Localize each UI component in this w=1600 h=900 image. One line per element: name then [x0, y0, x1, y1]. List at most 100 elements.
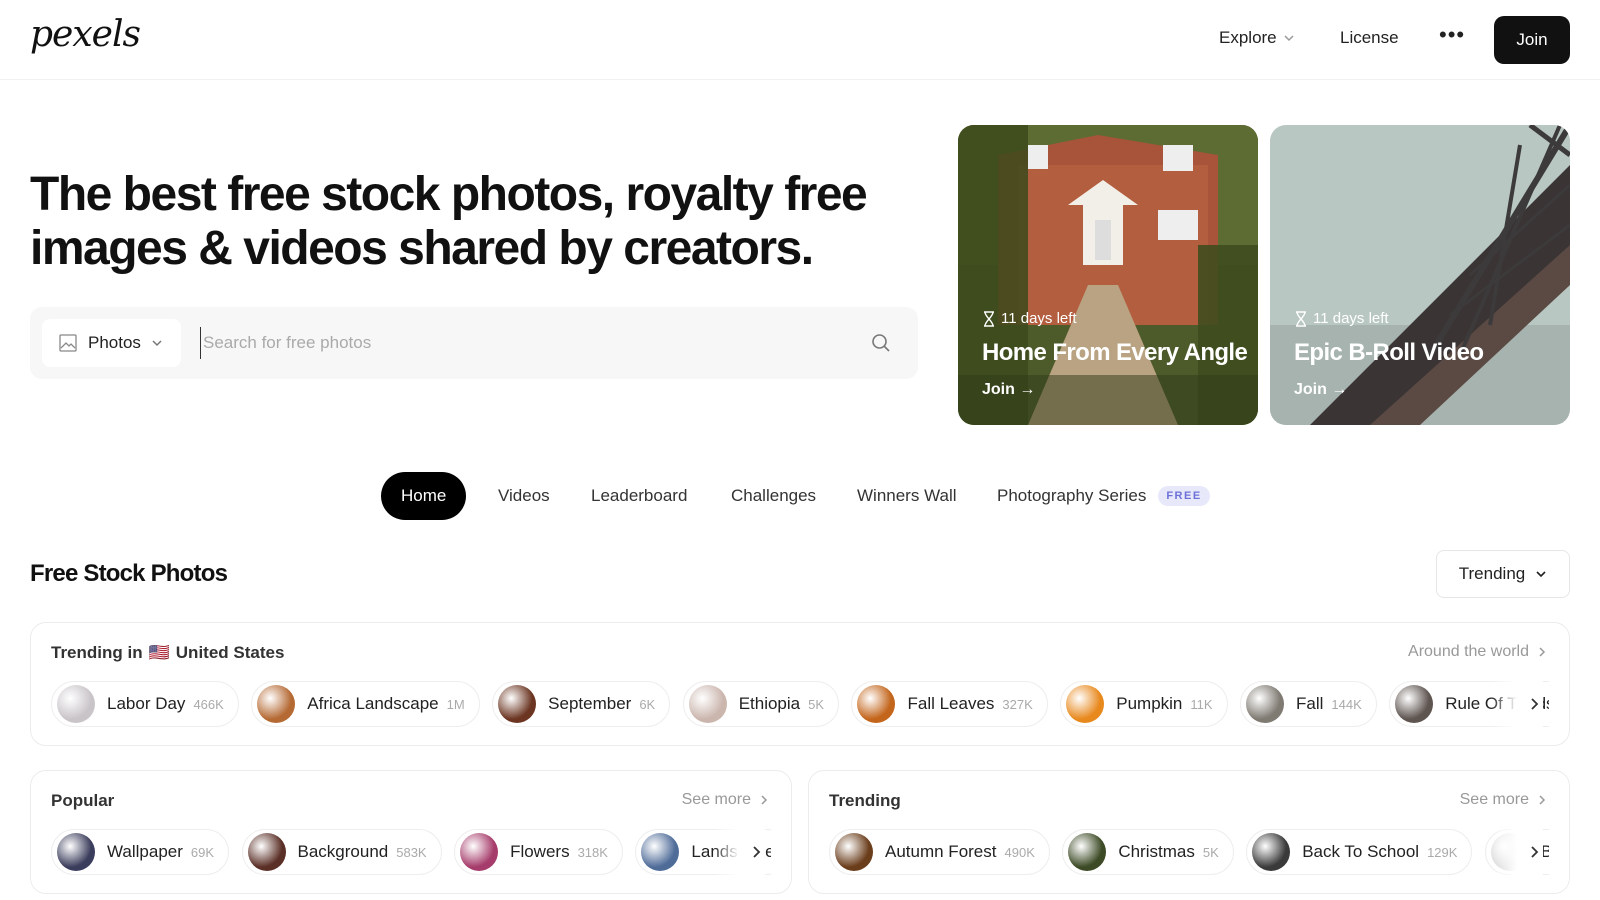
chip-count: 583K [396, 844, 427, 860]
chip-count: 69K [190, 844, 215, 860]
chip-list: Wallpaper 69K Background 583K Flowers 318K … [51, 829, 771, 877]
chevron-right-icon [1531, 846, 1539, 858]
tab-winners-wall[interactable]: Winners Wall [857, 472, 957, 520]
content-tabs: Home Videos Leaderboard Challenges Winne… [0, 472, 1600, 520]
challenge-join-link[interactable]: Join → [1294, 381, 1483, 399]
search-chip[interactable]: Ethiopia 5K [682, 681, 840, 727]
card-title: Trending [829, 791, 901, 810]
scroll-right-button[interactable] [713, 829, 765, 875]
search-chip[interactable]: Pumpkin 11K [1060, 681, 1228, 727]
scroll-right-button[interactable] [1491, 681, 1543, 727]
chip-count: 6K [639, 696, 656, 712]
chevron-right-icon [1539, 647, 1546, 657]
card-title: Popular [51, 791, 115, 810]
search-chip[interactable]: Wallpaper 69K [51, 829, 230, 875]
days-left-label: 11 days left [1001, 310, 1077, 327]
chevron-right-icon [761, 795, 768, 805]
more-menu-icon[interactable]: ••• [1439, 22, 1465, 48]
join-button[interactable]: Join [1494, 16, 1570, 64]
chip-label: Pumpkin [1116, 694, 1183, 713]
challenge-card-broll[interactable]: 11 days left Epic B-Roll Video Join → [1270, 125, 1570, 425]
days-left-label: 11 days left [1313, 310, 1389, 327]
challenge-join-link[interactable]: Join → [982, 381, 1247, 399]
chip-label: Labor Day [107, 694, 186, 713]
more-label: See more [1459, 791, 1529, 808]
search-chip[interactable]: Labor Day 466K [51, 681, 239, 727]
chip-label: Flowers [510, 842, 570, 861]
chip-count: 466K [193, 696, 224, 712]
chip-list: Autumn Forest 490K Christmas 5K Back To Sc… [829, 829, 1549, 877]
license-link[interactable]: License [1340, 28, 1399, 48]
hero-title: The best free stock photos, royalty free… [30, 168, 868, 275]
tab-home[interactable]: Home [381, 472, 467, 520]
see-more-link[interactable]: See more [682, 791, 769, 809]
chip-count: 5K [808, 696, 825, 712]
chevron-right-icon [1531, 698, 1539, 710]
chip-thumbnail [498, 685, 537, 723]
tab-label: Photography Series [997, 486, 1147, 505]
chip-label: September [548, 694, 632, 713]
chip-count: 327K [1002, 696, 1033, 712]
tab-videos[interactable]: Videos [498, 472, 550, 520]
chip-thumbnail [1395, 685, 1434, 723]
trending-card: Trending See more Autumn Forest 490K Chri… [808, 770, 1570, 894]
chip-thumbnail [688, 685, 727, 723]
tab-leaderboard[interactable]: Leaderboard [591, 472, 687, 520]
chip-label: Ethiopia [738, 694, 801, 713]
search-chip[interactable]: Christmas 5K [1062, 829, 1234, 875]
chip-thumbnail [57, 833, 95, 871]
challenge-title: Home From Every Angle [982, 339, 1248, 366]
around-the-world-link[interactable]: Around the world [1408, 643, 1547, 661]
card-title-label: Trending in [51, 643, 143, 662]
chip-label: Background [297, 842, 389, 861]
chip-count: 144K [1331, 696, 1362, 712]
chip-label: Africa Landscape [307, 694, 439, 713]
search-chip[interactable]: September 6K [492, 681, 671, 727]
hourglass-icon [984, 310, 994, 327]
chip-label: Back To School [1302, 842, 1420, 861]
chip-count: 1M [446, 696, 465, 712]
chevron-right-icon [753, 846, 761, 858]
free-badge: FREE [1158, 486, 1210, 506]
chip-thumbnail [857, 685, 896, 723]
challenge-card-home[interactable]: 11 days left Home From Every Angle Join … [958, 125, 1258, 425]
chevron-down-icon [1284, 35, 1294, 42]
search-chip[interactable]: Autumn Forest 490K [829, 829, 1050, 875]
chip-thumbnail [460, 833, 499, 871]
see-more-link[interactable]: See more [1460, 791, 1547, 809]
challenge-title: Epic B-Roll Video [1294, 339, 1484, 366]
search-chip[interactable]: Africa Landscape 1M [251, 681, 480, 727]
pexels-logo[interactable]: pexels [30, 14, 141, 55]
chip-count: 129K [1427, 844, 1458, 860]
explore-menu[interactable]: Explore [1219, 28, 1295, 48]
search-chip[interactable]: Background 583K [241, 829, 442, 875]
popular-card: Popular See more Wallpaper 69K Background… [30, 770, 792, 894]
chip-label: Autumn Forest [885, 842, 997, 861]
hourglass-icon [1296, 310, 1306, 327]
search-chip[interactable]: Flowers 318K [454, 829, 623, 875]
chevron-down-icon [1536, 571, 1546, 578]
scroll-right-button[interactable] [1491, 829, 1543, 875]
search-chip[interactable]: Back To School 129K [1246, 829, 1473, 875]
chip-thumbnail [247, 833, 286, 871]
media-type-select[interactable]: Photos [42, 319, 181, 367]
more-label: Around the world [1408, 643, 1529, 660]
top-navigation-bar: pexels Explore License ••• Join [0, 0, 1600, 80]
chevron-right-icon [1539, 795, 1546, 805]
tab-photography-series[interactable]: Photography Series FREE [997, 472, 1210, 520]
image-icon [59, 334, 77, 352]
chip-count: 11K [1190, 696, 1213, 712]
explore-label: Explore [1219, 28, 1277, 47]
search-chip[interactable]: Fall 144K [1240, 681, 1377, 727]
sort-dropdown[interactable]: Trending [1436, 550, 1570, 598]
more-label: See more [681, 791, 751, 808]
search-input[interactable] [200, 327, 860, 359]
chip-list: Labor Day 466K Africa Landscape 1M Septemb… [51, 681, 1549, 729]
tab-challenges[interactable]: Challenges [731, 472, 816, 520]
chip-thumbnail [57, 685, 95, 723]
search-chip[interactable]: Fall Leaves 327K [851, 681, 1048, 727]
chevron-down-icon [152, 340, 162, 347]
us-flag-icon: 🇺🇸 [148, 643, 170, 662]
search-icon[interactable] [870, 332, 892, 354]
chip-count: 490K [1004, 844, 1035, 860]
